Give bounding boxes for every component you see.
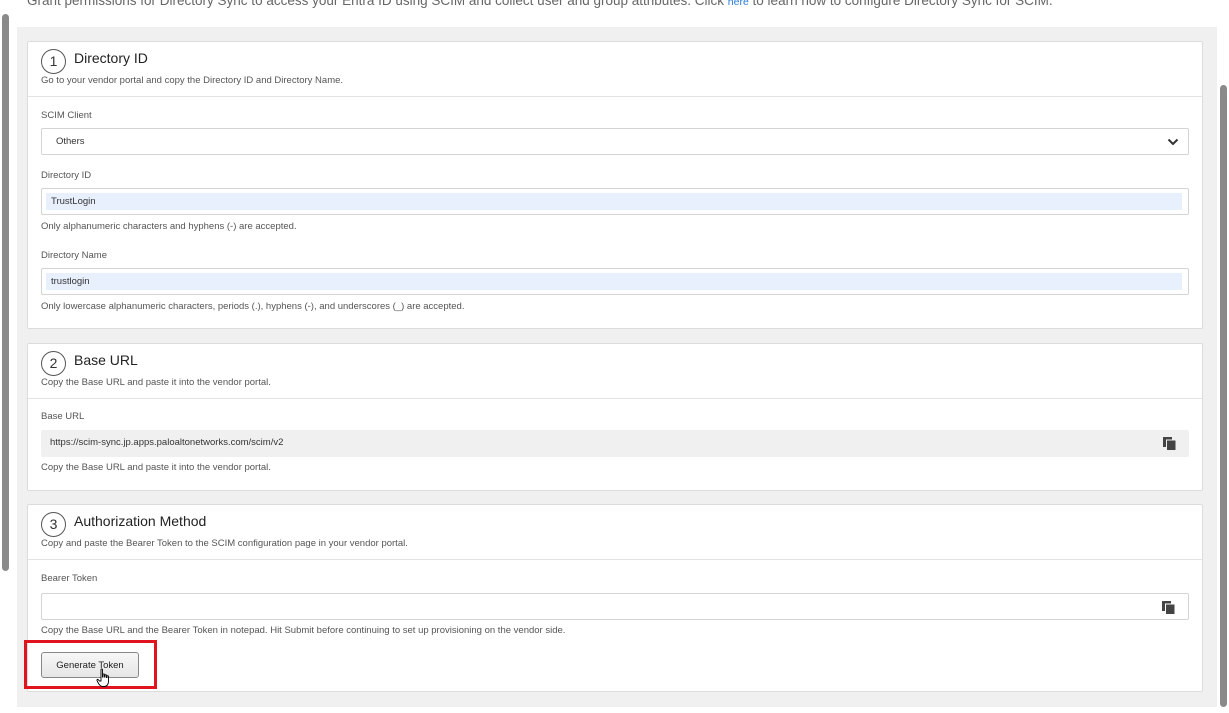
intro-text: Grant permissions for Directory Sync to … <box>27 0 1053 8</box>
card-header: 2 Base URL Copy the Base URL and paste i… <box>28 344 1202 399</box>
scim-client-value: Others <box>56 136 85 147</box>
authorization-method-card: 3 Authorization Method Copy and paste th… <box>27 504 1203 692</box>
directory-name-hint: Only lowercase alphanumeric characters, … <box>41 301 465 312</box>
directory-name-label: Directory Name <box>41 250 107 261</box>
card-title: Authorization Method <box>74 513 207 529</box>
left-scrollbar[interactable] <box>0 0 10 713</box>
left-scrollbar-thumb[interactable] <box>2 14 9 571</box>
base-url-value: https://scim-sync.jp.apps.paloaltonetwor… <box>50 437 284 448</box>
card-header: 1 Directory ID Go to your vendor portal … <box>28 42 1202 97</box>
directory-id-hint: Only alphanumeric characters and hyphens… <box>41 221 297 232</box>
directory-name-value: trustlogin <box>51 276 90 287</box>
form-container: 1 Directory ID Go to your vendor portal … <box>17 27 1217 707</box>
highlight-box <box>24 640 157 689</box>
bearer-token-hint: Copy the Base URL and the Bearer Token i… <box>41 625 566 636</box>
base-url-field: https://scim-sync.jp.apps.paloaltonetwor… <box>41 430 1189 457</box>
autofill-background <box>46 273 1182 290</box>
directory-id-value: TrustLogin <box>51 196 96 207</box>
base-url-card: 2 Base URL Copy the Base URL and paste i… <box>27 343 1203 491</box>
step-number-badge: 2 <box>41 351 66 376</box>
directory-id-input[interactable]: TrustLogin <box>41 188 1189 215</box>
right-scrollbar-thumb[interactable] <box>1220 85 1227 707</box>
copy-icon[interactable] <box>1161 600 1176 615</box>
card-description: Go to your vendor portal and copy the Di… <box>41 75 344 86</box>
hand-pointer-icon <box>96 668 109 687</box>
scim-client-label: SCIM Client <box>41 110 92 121</box>
directory-id-label: Directory ID <box>41 170 92 181</box>
directory-id-card: 1 Directory ID Go to your vendor portal … <box>27 41 1203 329</box>
card-header: 3 Authorization Method Copy and paste th… <box>28 505 1202 560</box>
card-description: Copy the Base URL and paste it into the … <box>41 377 271 388</box>
card-description: Copy and paste the Bearer Token to the S… <box>41 538 408 549</box>
learn-more-link[interactable]: here <box>728 0 749 8</box>
base-url-label: Base URL <box>41 411 85 422</box>
step-number-badge: 1 <box>41 49 66 74</box>
step-number-badge: 3 <box>41 512 66 537</box>
card-title: Base URL <box>74 352 138 368</box>
copy-icon[interactable] <box>1162 436 1177 451</box>
directory-name-input[interactable]: trustlogin <box>41 268 1189 295</box>
bearer-token-field[interactable] <box>41 593 1189 620</box>
bearer-token-label: Bearer Token <box>41 573 98 584</box>
card-title: Directory ID <box>74 50 148 66</box>
base-url-hint: Copy the Base URL and paste it into the … <box>41 462 271 473</box>
scim-client-select[interactable]: Others <box>41 128 1189 155</box>
right-scrollbar[interactable] <box>1219 0 1229 713</box>
autofill-background <box>46 193 1182 210</box>
chevron-down-icon <box>1167 138 1179 146</box>
